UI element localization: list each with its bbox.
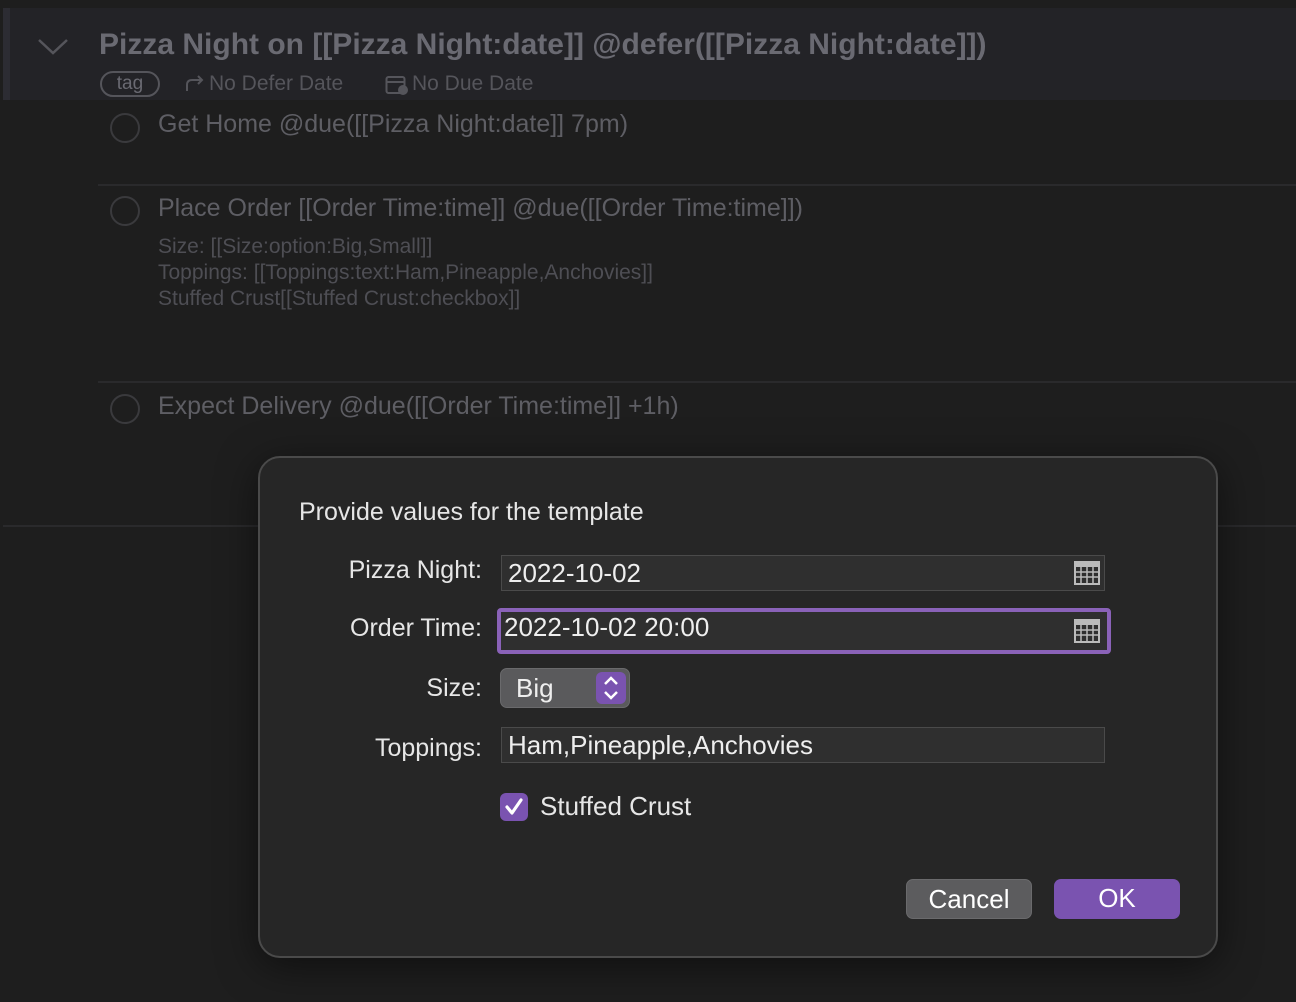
tag-pill[interactable]: tag <box>100 71 160 97</box>
checkmark-icon <box>505 798 523 815</box>
chevron-down-icon[interactable] <box>36 36 70 56</box>
dialog-title: Provide values for the template <box>299 498 644 526</box>
task-note-line: Stuffed Crust[[Stuffed Crust:checkbox]] <box>158 287 521 310</box>
task-title[interactable]: Expect Delivery @due([[Order Time:time]]… <box>158 392 679 421</box>
task-note-line: Size: [[Size:option:Big,Small]] <box>158 235 433 258</box>
task-title[interactable]: Get Home @due([[Pizza Night:date]] 7pm) <box>158 110 628 139</box>
size-select-value: Big <box>516 673 554 703</box>
task-row[interactable]: Expect Delivery @due([[Order Time:time]]… <box>98 384 1296 464</box>
calendar-icon[interactable] <box>1074 561 1100 585</box>
due-date-label[interactable]: No Due Date <box>412 70 533 98</box>
cancel-button[interactable]: Cancel <box>906 879 1032 919</box>
task-note-line: Toppings: [[Toppings:text:Ham,Pineapple,… <box>158 261 653 284</box>
order-time-datetime-field[interactable]: 2022-10-02 20:00 <box>497 608 1111 654</box>
calendar-icon[interactable] <box>1074 619 1100 643</box>
task-status-circle[interactable] <box>110 113 140 143</box>
task-divider <box>98 381 1296 383</box>
toppings-label: Toppings: <box>374 734 482 762</box>
pizza-night-date-field[interactable]: 2022-10-02 <box>501 555 1105 591</box>
stuffed-crust-checkbox[interactable] <box>500 793 528 821</box>
project-title[interactable]: Pizza Night on [[Pizza Night:date]] @def… <box>99 28 987 62</box>
select-stepper <box>596 672 626 704</box>
ok-button[interactable]: OK <box>1054 879 1180 919</box>
task-status-circle[interactable] <box>110 394 140 424</box>
order-time-label: Order Time: <box>350 614 482 642</box>
up-down-chevron-icon <box>604 676 618 700</box>
project-header[interactable]: Pizza Night on [[Pizza Night:date]] @def… <box>3 8 1296 100</box>
task-row[interactable]: Place Order [[Order Time:time]] @due([[O… <box>98 186 1296 384</box>
stuffed-crust-label[interactable]: Stuffed Crust <box>540 791 691 822</box>
size-label: Size: <box>426 674 482 702</box>
project-header-accent <box>3 8 10 100</box>
task-row[interactable]: Get Home @due([[Pizza Night:date]] 7pm) <box>98 100 1296 186</box>
size-select[interactable]: Big <box>500 668 630 708</box>
pizza-night-label: Pizza Night: <box>348 556 482 584</box>
task-status-circle[interactable] <box>110 196 140 226</box>
task-title[interactable]: Place Order [[Order Time:time]] @due([[O… <box>158 194 803 223</box>
template-values-dialog: Provide values for the template Pizza Ni… <box>258 456 1218 958</box>
defer-arrow-icon <box>186 75 204 91</box>
defer-date-label[interactable]: No Defer Date <box>209 70 343 98</box>
calendar-due-icon <box>385 76 408 95</box>
toppings-text-field[interactable]: Ham,Pineapple,Anchovies <box>501 727 1105 763</box>
